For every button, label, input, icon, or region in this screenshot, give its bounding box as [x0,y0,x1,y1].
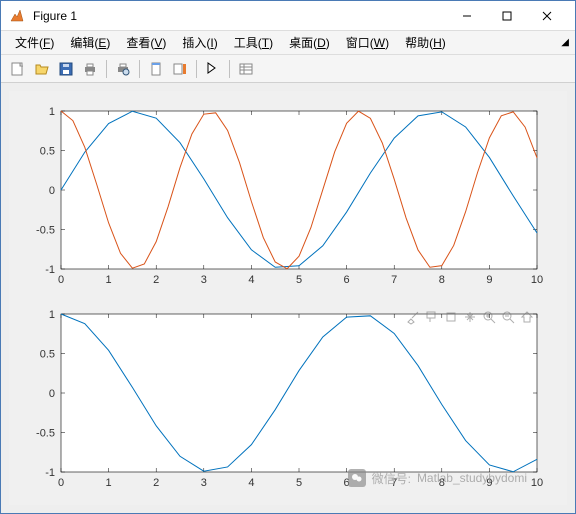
svg-text:-1: -1 [45,264,55,276]
svg-text:6: 6 [344,274,350,286]
toolbar [1,55,575,83]
svg-text:0.5: 0.5 [40,146,55,158]
datatip-icon[interactable] [424,309,440,325]
property-inspector-button[interactable] [235,58,257,80]
zoom-out-icon[interactable] [500,309,516,325]
menu-f[interactable]: 文件(F) [7,32,62,53]
wechat-icon [348,469,366,487]
edit-plot-button[interactable] [202,58,224,80]
close-button[interactable] [527,2,567,30]
insert-colorbar-button[interactable] [169,58,191,80]
watermark-id: Matlab_studybydomi [417,471,527,485]
svg-text:1: 1 [106,274,112,286]
svg-text:0: 0 [58,477,64,489]
menu-v[interactable]: 查看(V) [118,32,174,53]
svg-text:2: 2 [153,477,159,489]
svg-text:-0.5: -0.5 [36,225,55,237]
svg-text:1: 1 [106,477,112,489]
figure-area: 012345678910-1-0.500.51 012345678910-1-0… [1,83,575,513]
axes-toolbar [405,309,535,325]
new-figure-button[interactable] [7,58,29,80]
svg-text:4: 4 [248,477,254,489]
svg-text:0: 0 [58,274,64,286]
svg-text:7: 7 [391,274,397,286]
svg-text:4: 4 [248,274,254,286]
minimize-button[interactable] [447,2,487,30]
svg-text:-1: -1 [45,467,55,479]
zoom-in-icon[interactable] [481,309,497,325]
print-button[interactable] [79,58,101,80]
svg-text:10: 10 [531,274,543,286]
svg-text:8: 8 [439,274,445,286]
svg-text:9: 9 [486,274,492,286]
restore-view-icon[interactable] [519,309,535,325]
window-title: Figure 1 [33,9,447,23]
svg-text:3: 3 [201,477,207,489]
titlebar: Figure 1 [1,1,575,31]
menu-w[interactable]: 窗口(W) [338,32,397,53]
svg-text:2: 2 [153,274,159,286]
matlab-icon [9,8,25,24]
menu-e[interactable]: 编辑(E) [62,32,118,53]
figure-background: 012345678910-1-0.500.51 012345678910-1-0… [9,91,567,505]
svg-text:0: 0 [49,388,55,400]
svg-text:5: 5 [296,274,302,286]
pan-icon[interactable] [462,309,478,325]
toolbar-separator [196,60,197,78]
menu-d[interactable]: 桌面(D) [281,32,338,53]
svg-text:1: 1 [49,106,55,118]
toolbar-separator [106,60,107,78]
open-button[interactable] [31,58,53,80]
axes-top[interactable]: 0 1 2 3 4 5 6 7 8 9 10 -1 -0.5 0 0.5 1 [19,103,549,293]
figure-window: Figure 1 文件(F)编辑(E)查看(V)插入(I)工具(T)桌面(D)窗… [0,0,576,514]
rotate-icon[interactable] [443,309,459,325]
svg-text:1: 1 [49,309,55,321]
menubar: 文件(F)编辑(E)查看(V)插入(I)工具(T)桌面(D)窗口(W)帮助(H)… [1,31,575,55]
link-plot-button[interactable] [145,58,167,80]
svg-text:5: 5 [296,477,302,489]
menubar-dropdown-icon[interactable]: ◢ [561,37,569,48]
toolbar-separator [139,60,140,78]
watermark: 微信号: Matlab_studybydomi [348,469,527,487]
svg-text:0: 0 [49,185,55,197]
toolbar-separator [229,60,230,78]
menu-h[interactable]: 帮助(H) [397,32,454,53]
print-preview-button[interactable] [112,58,134,80]
watermark-prefix: 微信号: [372,470,411,487]
svg-text:0.5: 0.5 [40,349,55,361]
menu-t[interactable]: 工具(T) [226,32,281,53]
menu-i[interactable]: 插入(I) [174,32,225,53]
maximize-button[interactable] [487,2,527,30]
svg-text:10: 10 [531,477,543,489]
axes-bottom[interactable]: 012345678910-1-0.500.51 [19,306,549,496]
save-button[interactable] [55,58,77,80]
svg-text:3: 3 [201,274,207,286]
svg-text:-0.5: -0.5 [36,428,55,440]
brush-icon[interactable] [405,309,421,325]
